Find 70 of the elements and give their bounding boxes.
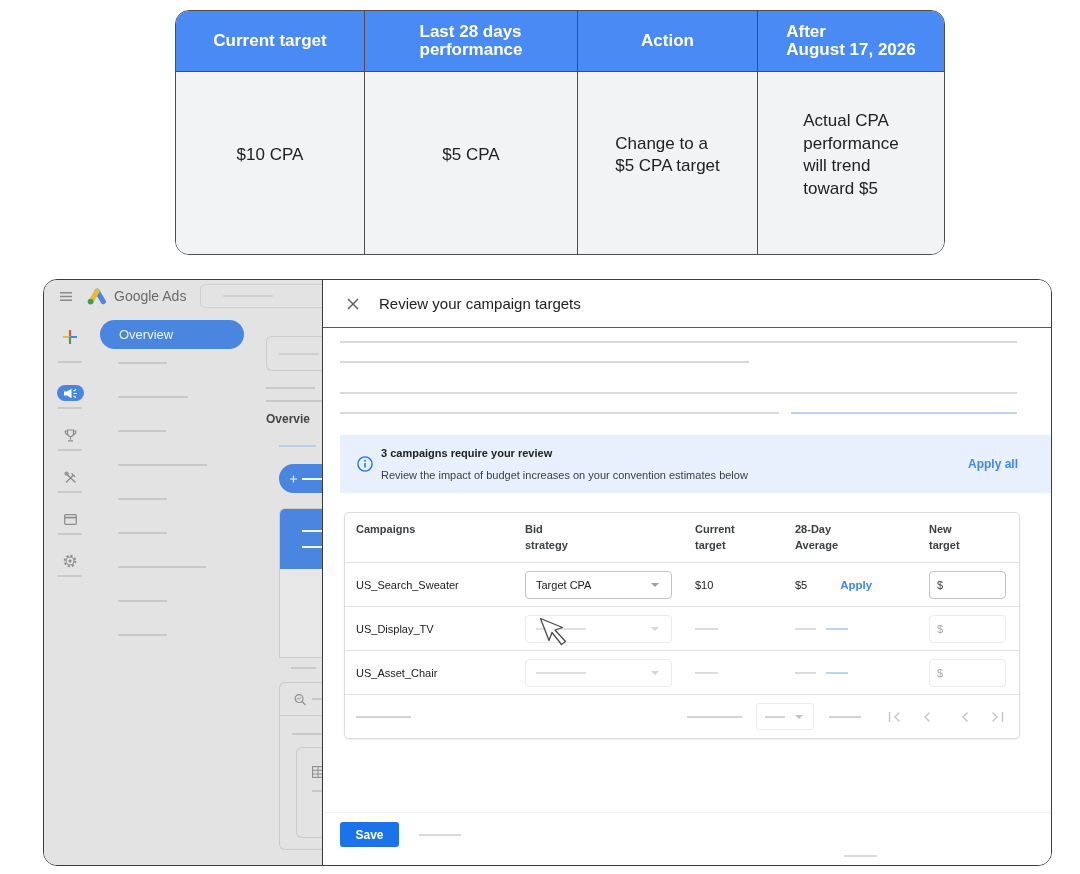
table-cell: Actual CPA performance will trend toward $5 xyxy=(757,72,944,254)
menu-icon[interactable] xyxy=(60,291,72,301)
search-field[interactable] xyxy=(200,284,322,308)
info-icon xyxy=(357,456,373,472)
close-icon[interactable] xyxy=(347,297,359,310)
rows-per-page-dropdown[interactable] xyxy=(756,703,814,730)
save-button[interactable]: Save xyxy=(340,822,399,847)
placeholder-line xyxy=(844,855,877,857)
average-value: $5 xyxy=(795,578,808,591)
chevron-left-icon[interactable] xyxy=(961,710,969,723)
card-icon xyxy=(63,513,77,525)
placeholder-line xyxy=(419,834,461,836)
tools-icon xyxy=(63,470,77,484)
placeholder-line xyxy=(829,715,861,718)
placeholder-line xyxy=(356,715,411,718)
triangle-logo-icon xyxy=(87,287,107,305)
placeholder-line xyxy=(795,627,816,630)
chevron-left-icon[interactable] xyxy=(923,710,931,723)
nav-item[interactable]: Overview xyxy=(100,320,244,349)
banner-title: 3 campaigns require your review xyxy=(381,446,554,460)
placeholder-line xyxy=(695,671,718,674)
campaign-name: US_Asset_Chair xyxy=(356,666,438,679)
column-header: Bid strategy xyxy=(525,522,568,553)
table-cell: $5 CPA xyxy=(364,72,577,254)
brand-name: Google Ads xyxy=(114,288,187,304)
mouse-pointer-icon xyxy=(539,617,567,647)
panel-title: Review your campaign targets xyxy=(379,295,581,312)
nav-rail-button[interactable] xyxy=(56,385,84,401)
placeholder-line xyxy=(695,627,718,630)
campaign-name: US_Display_TV xyxy=(356,622,434,635)
bid-strategy-dropdown[interactable]: Target CPA xyxy=(525,570,672,599)
placeholder-line xyxy=(687,715,742,718)
column-header: 28-Day Average xyxy=(795,522,838,553)
placeholder-line xyxy=(826,627,848,630)
last-page-icon[interactable] xyxy=(991,710,1004,723)
megaphone-icon xyxy=(62,387,78,399)
table-cell: Change to a $5 CPA target xyxy=(577,72,757,254)
column-header: Action xyxy=(577,11,757,72)
placeholder-line xyxy=(302,530,322,532)
placeholder-line xyxy=(826,671,848,674)
placeholder-line xyxy=(279,445,316,447)
campaign-name: US_Search_Sweater xyxy=(356,578,459,591)
table-cell: $10 CPA xyxy=(176,72,364,254)
column-header: Campaigns xyxy=(356,522,416,537)
plus-icon xyxy=(290,473,297,484)
column-header: After August 17, 2026 xyxy=(757,11,944,72)
zoom-icon[interactable] xyxy=(294,692,306,706)
caret-icon xyxy=(795,714,803,719)
banner-message: Review the impact of budget increases on your convention estimates below xyxy=(381,468,748,482)
table-icon xyxy=(312,766,324,778)
apply-all-link[interactable]: Apply all xyxy=(968,457,1018,471)
placeholder-line xyxy=(302,546,322,548)
current-target-value: $10 xyxy=(695,578,714,591)
placeholder-line xyxy=(302,477,322,480)
caret-icon xyxy=(651,582,659,587)
page-heading: Overvie xyxy=(266,412,311,427)
placeholder-line xyxy=(795,671,816,674)
caret-icon xyxy=(651,626,659,631)
settings-icon xyxy=(63,554,77,568)
new-target-field[interactable]: $ xyxy=(929,570,1006,599)
plus-button[interactable] xyxy=(279,464,322,493)
caret-icon xyxy=(651,670,659,675)
plus-icon[interactable] xyxy=(62,329,78,345)
column-header: Last 28 days performance xyxy=(364,11,577,72)
first-page-icon[interactable] xyxy=(888,710,901,723)
column-header: Current target xyxy=(695,522,735,553)
column-header: Current target xyxy=(176,11,364,72)
apply-link[interactable]: Apply xyxy=(840,578,873,591)
column-header: New target xyxy=(929,522,960,553)
trophy-icon xyxy=(63,428,77,442)
